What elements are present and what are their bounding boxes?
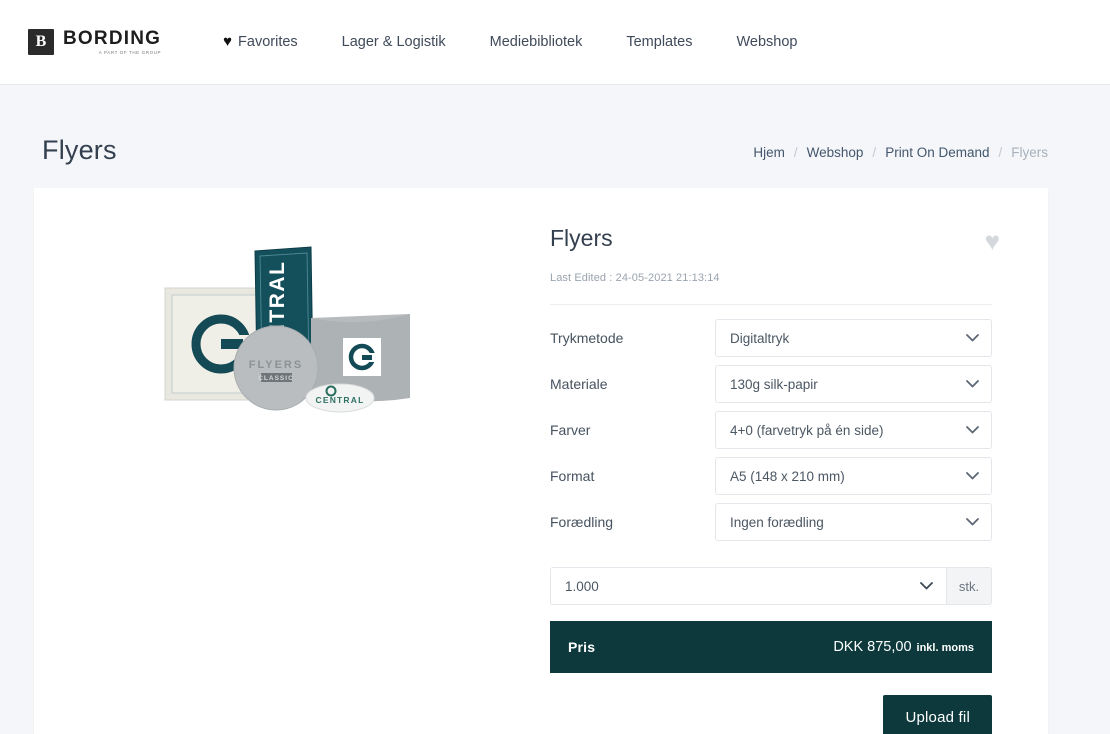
brand-logo[interactable]: B BORDING a part of the group (28, 29, 161, 56)
favorite-heart-icon[interactable]: ♥ (985, 228, 1000, 254)
price-vat-note: inkl. moms (917, 642, 974, 654)
breadcrumb-item-webshop[interactable]: Webshop (807, 145, 864, 160)
quantity-select[interactable]: 1.000 (550, 567, 946, 605)
nav-item-webshop[interactable]: Webshop (714, 28, 819, 56)
breadcrumb-separator: / (872, 145, 876, 160)
form-row-trykmetode: Trykmetode Digitaltryk (550, 319, 992, 357)
product-details-pane: Flyers ♥ Last Edited : 24-05-2021 21:13:… (542, 214, 1048, 734)
product-detail-card: CENTRAL FLYERS CLASSIC (34, 188, 1048, 734)
quantity-select-wrap: 1.000 (550, 567, 946, 605)
breadcrumb-item-hjem[interactable]: Hjem (753, 145, 785, 160)
breadcrumb-item-flyers: Flyers (1011, 145, 1048, 160)
quantity-unit-label: stk. (946, 567, 992, 605)
form-row-materiale: Materiale 130g silk-papir (550, 365, 992, 403)
breadcrumb-separator: / (998, 145, 1002, 160)
label-farver: Farver (550, 422, 715, 438)
nav-item-templates[interactable]: Templates (604, 28, 714, 56)
product-disc-title: FLYERS (249, 359, 303, 371)
nav-item-favorites[interactable]: ♥ Favorites (201, 28, 320, 56)
product-disc-subtitle: CLASSIC (258, 375, 294, 382)
product-image: CENTRAL FLYERS CLASSIC (163, 246, 413, 436)
brand-wordmark: BORDING a part of the group (63, 29, 161, 56)
last-edited-text: Last Edited : 24-05-2021 21:13:14 (550, 272, 1020, 284)
nav-item-lager-logistik[interactable]: Lager & Logistik (320, 28, 468, 56)
breadcrumb-separator: / (794, 145, 798, 160)
details-divider (550, 304, 992, 305)
brand-name: BORDING (63, 29, 161, 48)
breadcrumb: Hjem / Webshop / Print On Demand / Flyer… (753, 145, 1048, 166)
bording-logo-mark: B (28, 29, 54, 55)
nav-label-mediebibliotek: Mediebibliotek (490, 34, 583, 50)
label-format: Format (550, 468, 715, 484)
label-trykmetode: Trykmetode (550, 330, 715, 346)
quantity-row: 1.000 stk. (550, 567, 1020, 605)
select-format[interactable]: A5 (148 x 210 mm) (715, 457, 992, 495)
form-row-format: Format A5 (148 x 210 mm) (550, 457, 992, 495)
price-value: DKK 875,00 inkl. moms (833, 639, 974, 655)
page-title: Flyers (42, 137, 117, 166)
price-amount: DKK 875,00 (833, 639, 911, 655)
select-wrap-foraedling: Ingen forædling (715, 503, 992, 541)
select-foraedling[interactable]: Ingen forædling (715, 503, 992, 541)
form-row-farver: Farver 4+0 (farvetryk på én side) (550, 411, 992, 449)
top-navigation-bar: B BORDING a part of the group ♥ Favorite… (0, 0, 1110, 85)
select-wrap-trykmetode: Digitaltryk (715, 319, 992, 357)
brand-subtitle: a part of the group (99, 51, 161, 56)
nav-label-favorites: Favorites (238, 34, 298, 50)
select-wrap-farver: 4+0 (farvetryk på én side) (715, 411, 992, 449)
nav-label-lager-logistik: Lager & Logistik (342, 34, 446, 50)
price-label: Pris (568, 639, 595, 655)
select-farver[interactable]: 4+0 (farvetryk på én side) (715, 411, 992, 449)
label-foraedling: Forædling (550, 514, 715, 530)
upload-file-button[interactable]: Upload fil (883, 695, 992, 734)
select-wrap-format: A5 (148 x 210 mm) (715, 457, 992, 495)
nav-label-templates: Templates (626, 34, 692, 50)
product-name: Flyers (550, 226, 613, 251)
price-bar: Pris DKK 875,00 inkl. moms (550, 621, 992, 673)
nav-label-webshop: Webshop (736, 34, 797, 50)
upload-row: Upload fil (550, 695, 1020, 734)
product-badge-text: CENTRAL (315, 395, 364, 405)
product-illustration: CENTRAL FLYERS CLASSIC (163, 246, 413, 436)
select-trykmetode[interactable]: Digitaltryk (715, 319, 992, 357)
main-nav: ♥ Favorites Lager & Logistik Mediebiblio… (201, 28, 819, 56)
select-wrap-materiale: 130g silk-papir (715, 365, 992, 403)
form-row-foraedling: Forædling Ingen forædling (550, 503, 992, 541)
nav-item-mediebibliotek[interactable]: Mediebibliotek (468, 28, 605, 56)
heart-icon: ♥ (223, 34, 232, 49)
product-details-header: Flyers ♥ (550, 226, 1020, 254)
label-materiale: Materiale (550, 376, 715, 392)
select-materiale[interactable]: 130g silk-papir (715, 365, 992, 403)
product-image-pane: CENTRAL FLYERS CLASSIC (34, 214, 542, 734)
breadcrumb-item-print-on-demand[interactable]: Print On Demand (885, 145, 989, 160)
product-options-form: Trykmetode Digitaltryk Materiale 130g si… (550, 319, 1020, 541)
page-header: Flyers Hjem / Webshop / Print On Demand … (0, 85, 1110, 166)
